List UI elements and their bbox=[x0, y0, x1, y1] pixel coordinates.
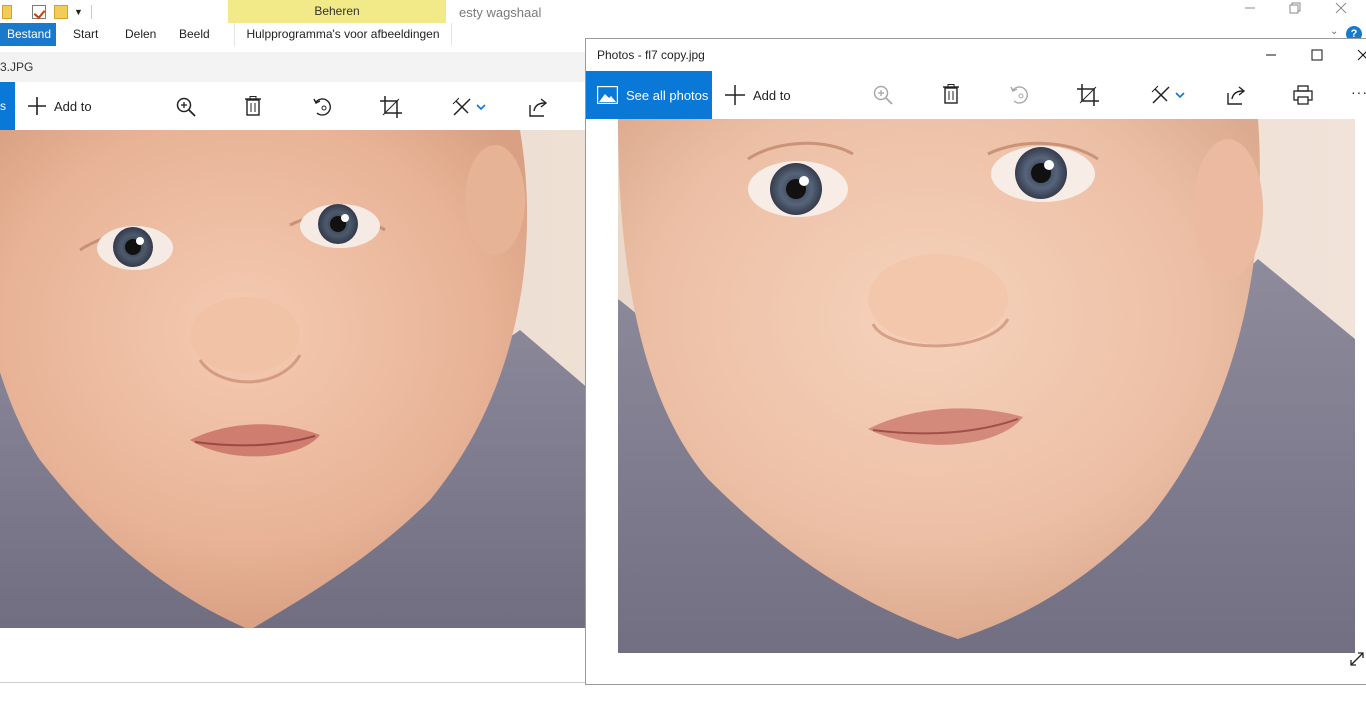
contextual-tab-manage[interactable]: Beheren bbox=[228, 0, 446, 23]
tab-picture-tools[interactable]: Hulpprogramma's voor afbeeldingen bbox=[234, 23, 452, 46]
edit-icon bbox=[1151, 85, 1170, 104]
photos-window-foreground: Photos - fl7 copy.jpg See all photos Add… bbox=[585, 38, 1366, 685]
add-to-button[interactable]: Add to bbox=[725, 85, 791, 105]
left-add-to-button[interactable]: Add to bbox=[28, 97, 92, 115]
more-options-button[interactable]: ··· bbox=[1351, 84, 1366, 100]
right-toolbar: See all photos Add to ··· bbox=[586, 71, 1366, 119]
delete-icon[interactable] bbox=[943, 84, 959, 104]
chevron-down-icon bbox=[1175, 92, 1185, 99]
photo-gallery-icon bbox=[597, 86, 618, 104]
left-titlebar: 3.JPG bbox=[0, 52, 590, 82]
explorer-minimize-button[interactable] bbox=[1244, 2, 1256, 14]
explorer-restore-button[interactable] bbox=[1289, 2, 1301, 14]
plus-icon bbox=[28, 97, 46, 115]
left-delete-icon[interactable] bbox=[245, 96, 261, 116]
photo-viewer[interactable] bbox=[618, 119, 1355, 653]
tab-start[interactable]: Start bbox=[66, 23, 116, 46]
edit-icon bbox=[452, 97, 471, 116]
left-edit-create-button[interactable] bbox=[452, 97, 486, 117]
qat-separator bbox=[90, 5, 92, 19]
right-titlebar: Photos - fl7 copy.jpg bbox=[586, 39, 1366, 71]
ribbon-collapse-icon[interactable]: ⌄ bbox=[1330, 26, 1338, 37]
quick-access-toolbar: ▼ bbox=[0, 0, 92, 24]
crop-icon[interactable] bbox=[1077, 84, 1099, 106]
rotate-icon[interactable] bbox=[1009, 84, 1031, 106]
add-to-label: Add to bbox=[753, 87, 791, 103]
left-see-all-photos-button[interactable]: s bbox=[0, 82, 15, 130]
photos-window-background: 3.JPG Add to s bbox=[0, 52, 590, 683]
maximize-icon bbox=[1311, 49, 1323, 61]
minimize-icon bbox=[1266, 54, 1276, 56]
tab-file[interactable]: Bestand bbox=[0, 23, 56, 46]
close-icon bbox=[1335, 2, 1347, 14]
see-all-photos-label: See all photos bbox=[626, 87, 709, 103]
explorer-close-button[interactable] bbox=[1335, 2, 1347, 14]
explorer-window-title: esty wagshaal bbox=[459, 5, 542, 20]
ribbon-tabs: Bestand Start Delen Beeld Hulpprogramma'… bbox=[0, 23, 452, 46]
close-button[interactable] bbox=[1340, 39, 1366, 71]
print-icon[interactable] bbox=[1293, 85, 1313, 105]
left-photo-viewer[interactable] bbox=[0, 130, 590, 650]
properties-icon[interactable] bbox=[32, 5, 46, 19]
left-add-to-label: Add to bbox=[54, 98, 92, 114]
restore-icon bbox=[1289, 2, 1301, 14]
close-icon bbox=[1357, 49, 1366, 61]
edit-create-button[interactable] bbox=[1151, 85, 1185, 105]
chevron-down-icon bbox=[476, 104, 486, 111]
plus-icon bbox=[725, 85, 745, 105]
left-window-title: 3.JPG bbox=[0, 60, 34, 74]
left-zoom-in-icon[interactable] bbox=[176, 97, 196, 117]
minimize-icon bbox=[1245, 7, 1255, 9]
left-rotate-icon[interactable] bbox=[312, 96, 334, 118]
baby-photo-image bbox=[0, 130, 590, 650]
new-folder-icon[interactable] bbox=[54, 5, 68, 19]
tab-view[interactable]: Beeld bbox=[174, 23, 234, 46]
minimize-button[interactable] bbox=[1248, 39, 1294, 71]
see-all-photos-button[interactable]: See all photos bbox=[586, 71, 712, 119]
baby-photo-edited-image bbox=[618, 119, 1355, 653]
customize-dropdown-icon[interactable]: ▼ bbox=[74, 7, 83, 17]
right-window-title: Photos - fl7 copy.jpg bbox=[597, 48, 705, 62]
maximize-button[interactable] bbox=[1294, 39, 1340, 71]
tab-share[interactable]: Delen bbox=[116, 23, 174, 46]
left-toolbar: Add to bbox=[0, 82, 590, 130]
left-crop-icon[interactable] bbox=[380, 96, 402, 118]
folder-icon[interactable] bbox=[2, 5, 12, 19]
share-icon[interactable] bbox=[1226, 85, 1246, 105]
expand-icon[interactable] bbox=[1349, 651, 1365, 667]
left-share-icon[interactable] bbox=[528, 97, 548, 117]
zoom-in-icon[interactable] bbox=[873, 85, 893, 105]
